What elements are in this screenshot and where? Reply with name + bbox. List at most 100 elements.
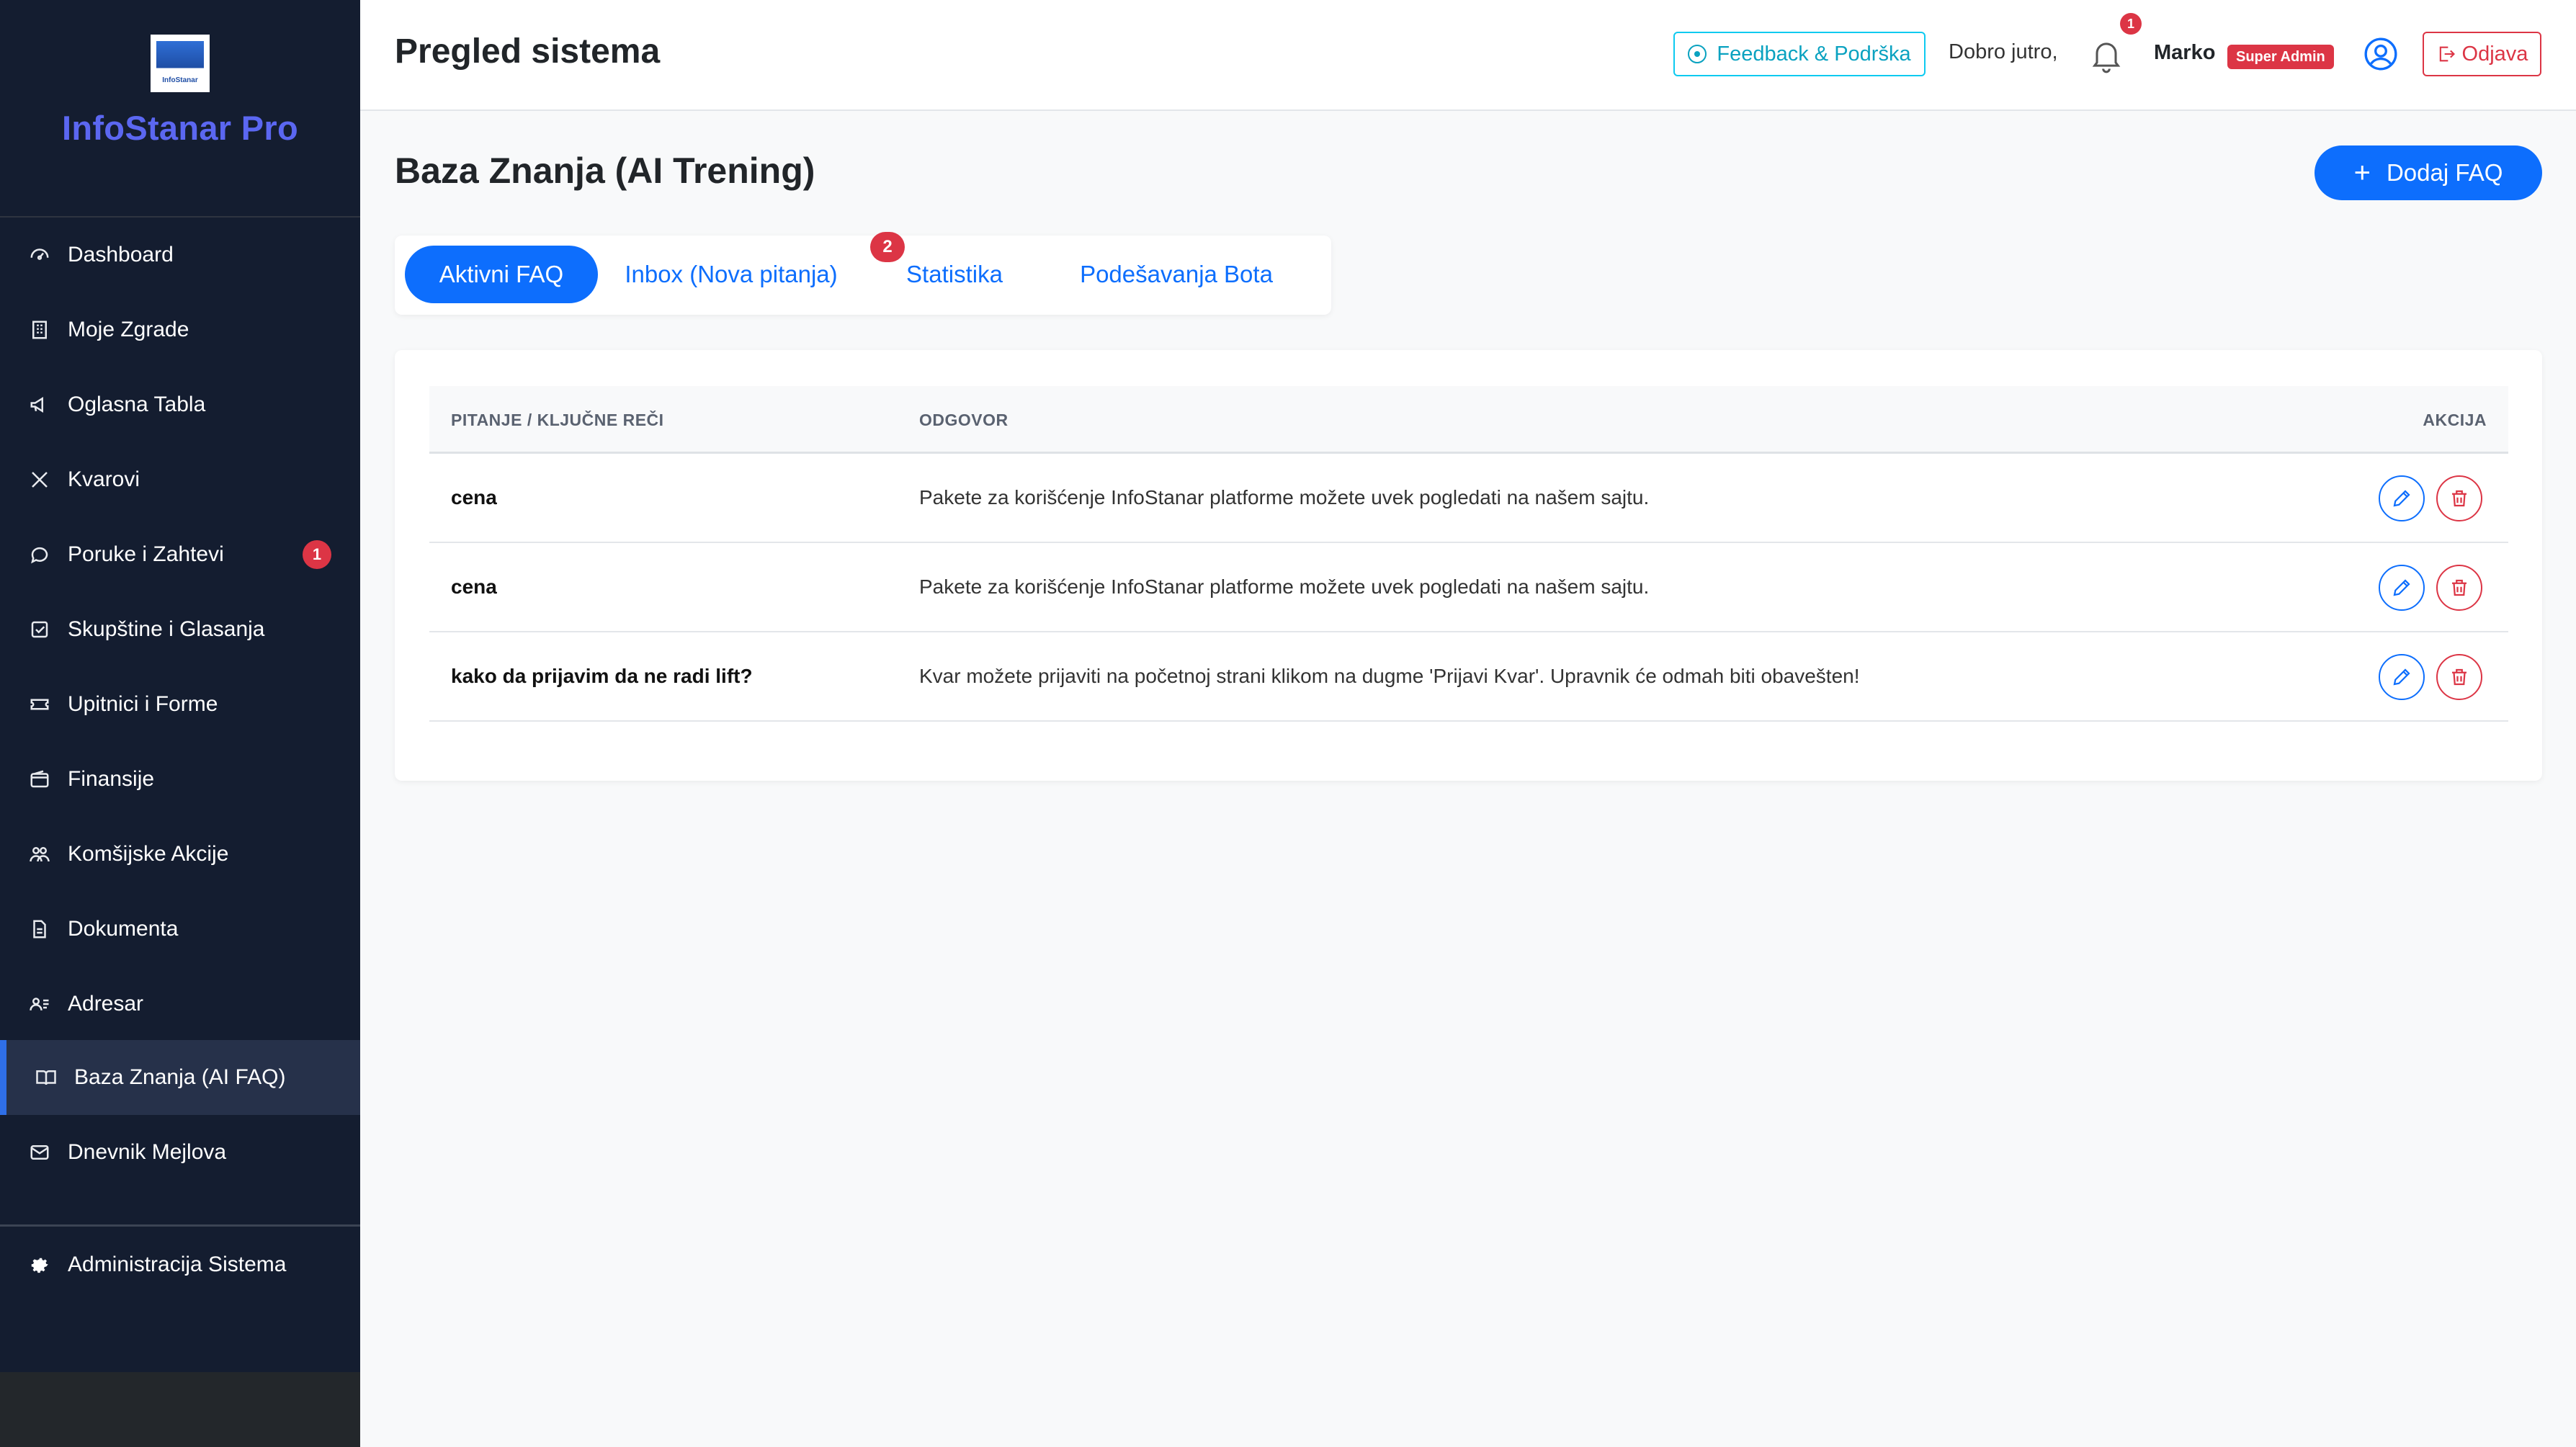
building-icon [27, 318, 52, 342]
delete-button[interactable] [2436, 654, 2482, 700]
logout-label: Odjava [2461, 42, 2528, 66]
book-icon [34, 1065, 58, 1090]
sidebar-item-dokumenta[interactable]: Dokumenta [0, 892, 360, 967]
tools-icon [27, 467, 52, 492]
question-cell: cena [451, 575, 497, 598]
topbar: Pregled sistema Feedback & Podrška Dobro… [360, 0, 2576, 111]
inbox-badge: 2 [870, 232, 905, 262]
app-brand[interactable]: InfoStanar Pro [62, 108, 298, 148]
edit-button[interactable] [2379, 565, 2425, 611]
trash-icon [2452, 490, 2467, 507]
sidebar-item-oglasna-tabla[interactable]: Oglasna Tabla [0, 367, 360, 442]
wallet-icon [27, 767, 52, 792]
sidebar-item-komsijske-akcije[interactable]: Komšijske Akcije [0, 817, 360, 892]
sidebar-item-administracija[interactable]: Administracija Sistema [0, 1227, 360, 1302]
logout-button[interactable]: Odjava [2423, 32, 2541, 76]
table-row: cena Pakete za korišćenje InfoStanar pla… [429, 454, 2508, 543]
tab-label: Inbox (Nova pitanja) [625, 261, 838, 287]
sidebar-item-label: Administracija Sistema [68, 1252, 287, 1276]
column-header-answer: ODGOVOR [919, 410, 1009, 429]
feedback-button[interactable]: Feedback & Podrška [1673, 32, 1926, 76]
role-badge: Super Admin [2227, 45, 2334, 69]
tab-label: Podešavanja Bota [1080, 261, 1273, 287]
sidebar-item-label: Kvarovi [68, 467, 140, 491]
user-name: Marko [2154, 41, 2216, 64]
table-row: kako da prijavim da ne radi lift? Kvar m… [429, 632, 2508, 722]
sidebar-item-label: Adresar [68, 992, 144, 1016]
logo-image: InfoStanar [156, 41, 204, 86]
sidebar-item-finansije[interactable]: Finansije [0, 742, 360, 817]
question-cell: cena [451, 486, 497, 509]
sidebar: InfoStanar InfoStanar Pro Dashboard Moje… [0, 0, 360, 1447]
sidebar-bottom [0, 1372, 360, 1447]
add-faq-button[interactable]: + Dodaj FAQ [2315, 145, 2542, 200]
add-faq-label: Dodaj FAQ [2386, 159, 2503, 186]
sidebar-item-label: Skupštine i Glasanja [68, 617, 265, 641]
table-row: cena Pakete za korišćenje InfoStanar pla… [429, 543, 2508, 632]
tab-inbox[interactable]: Inbox (Nova pitanja) [612, 246, 850, 303]
delete-button[interactable] [2436, 565, 2482, 611]
bell-icon[interactable] [2088, 35, 2125, 75]
sidebar-item-dnevnik-mejlova[interactable]: Dnevnik Mejlova [0, 1115, 360, 1190]
pencil-icon [2393, 490, 2410, 507]
mail-icon [27, 1140, 52, 1165]
feedback-icon [1688, 45, 1707, 63]
sidebar-item-adresar[interactable]: Adresar [0, 967, 360, 1041]
tab-podesavanja-bota[interactable]: Podešavanja Bota [1043, 246, 1310, 303]
contacts-icon [27, 992, 52, 1016]
logo-text: InfoStanar [162, 76, 198, 84]
greeting-text: Dobro jutro, [1949, 40, 2058, 63]
sidebar-item-moje-zgrade[interactable]: Moje Zgrade [0, 292, 360, 367]
trash-icon [2452, 668, 2467, 686]
tab-label: Aktivni FAQ [439, 261, 564, 287]
page-title: Pregled sistema [395, 32, 661, 71]
faq-card: PITANJE / KLJUČNE REČI ODGOVOR AKCIJA ce… [395, 350, 2542, 781]
check-square-icon [27, 617, 52, 642]
column-header-action: AKCIJA [2423, 410, 2487, 429]
answer-cell: Pakete za korišćenje InfoStanar platform… [919, 575, 1650, 598]
megaphone-icon [27, 393, 52, 417]
ticket-icon [27, 692, 52, 717]
table-header: PITANJE / KLJUČNE REČI ODGOVOR AKCIJA [429, 386, 2508, 454]
sidebar-item-label: Poruke i Zahtevi [68, 542, 224, 566]
sidebar-item-label: Dnevnik Mejlova [68, 1140, 227, 1164]
pencil-icon [2393, 668, 2410, 686]
sidebar-item-label: Dashboard [68, 243, 174, 266]
sidebar-item-dashboard[interactable]: Dashboard [0, 218, 360, 292]
tab-label: Statistika [906, 261, 1003, 287]
edit-button[interactable] [2379, 475, 2425, 521]
sidebar-header: InfoStanar InfoStanar Pro [0, 0, 360, 218]
sidebar-item-label: Oglasna Tabla [68, 393, 206, 416]
app-logo[interactable]: InfoStanar [151, 35, 210, 92]
notification-badge: 1 [2120, 13, 2142, 35]
user-circle-icon[interactable] [2363, 36, 2399, 72]
question-cell: kako da prijavim da ne radi lift? [451, 665, 753, 687]
sidebar-item-baza-znanja[interactable]: Baza Znanja (AI FAQ) [0, 1040, 360, 1115]
answer-cell: Pakete za korišćenje InfoStanar platform… [919, 486, 1650, 509]
tab-aktivni-faq[interactable]: Aktivni FAQ [405, 246, 598, 303]
section-title: Baza Znanja (AI Trening) [395, 151, 815, 191]
sidebar-item-label: Upitnici i Forme [68, 692, 218, 716]
sidebar-nav: Dashboard Moje Zgrade Oglasna Tabla Kvar… [0, 218, 360, 1370]
logout-icon [2439, 46, 2455, 62]
delete-button[interactable] [2436, 475, 2482, 521]
pencil-icon [2393, 579, 2410, 596]
column-header-question: PITANJE / KLJUČNE REČI [451, 410, 664, 429]
dashboard-icon [27, 243, 52, 267]
document-icon [27, 917, 52, 941]
sidebar-item-label: Komšijske Akcije [68, 842, 229, 866]
edit-button[interactable] [2379, 654, 2425, 700]
sidebar-item-poruke[interactable]: Poruke i Zahtevi 1 [0, 517, 360, 592]
trash-icon [2452, 579, 2467, 596]
sidebar-item-kvarovi[interactable]: Kvarovi [0, 442, 360, 517]
sidebar-item-label: Baza Znanja (AI FAQ) [74, 1065, 286, 1089]
sidebar-footer [0, 1302, 360, 1374]
tab-statistika[interactable]: Statistika [886, 246, 1023, 303]
sidebar-item-skupstine[interactable]: Skupštine i Glasanja [0, 592, 360, 667]
sidebar-item-label: Moje Zgrade [68, 318, 189, 341]
messages-badge: 1 [303, 540, 331, 569]
sidebar-item-upitnici[interactable]: Upitnici i Forme [0, 667, 360, 742]
plus-icon: + [2353, 157, 2371, 189]
answer-cell: Kvar možete prijaviti na početnoj strani… [919, 665, 1860, 687]
tab-bar: Aktivni FAQ Inbox (Nova pitanja) Statist… [395, 236, 1331, 315]
